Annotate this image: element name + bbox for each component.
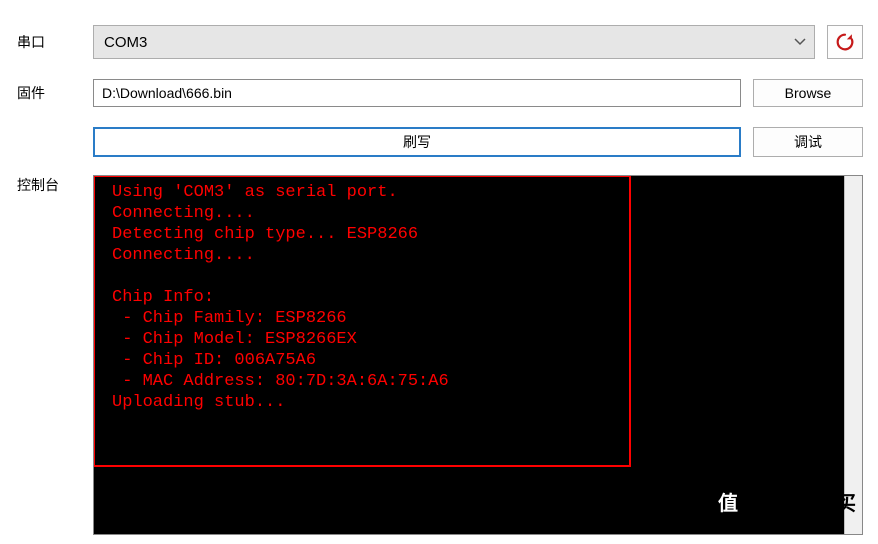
flash-button-label: 刷写 xyxy=(403,132,431,152)
serial-port-dropdown[interactable]: COM3 xyxy=(93,25,815,59)
firmware-path-input[interactable] xyxy=(93,79,741,107)
chevron-down-icon xyxy=(794,38,806,46)
console-output: Using 'COM3' as serial port. Connecting.… xyxy=(93,175,863,535)
firmware-label: 固件 xyxy=(15,83,93,103)
serial-port-row: 串口 COM3 xyxy=(15,25,863,59)
refresh-icon xyxy=(834,31,856,53)
console-scrollbar[interactable] xyxy=(844,176,862,534)
esphome-flasher-window: 串口 COM3 固件 Browse xyxy=(0,0,878,544)
action-buttons-row: 刷写 调试 xyxy=(15,127,863,157)
console-text: Using 'COM3' as serial port. Connecting.… xyxy=(94,176,844,534)
flash-button[interactable]: 刷写 xyxy=(93,127,741,157)
console-label: 控制台 xyxy=(15,175,93,195)
browse-button-label: Browse xyxy=(785,85,832,101)
reload-ports-button[interactable] xyxy=(827,25,863,59)
firmware-row: 固件 Browse xyxy=(15,79,863,107)
debug-button-label: 调试 xyxy=(794,132,822,152)
console-row: 控制台 Using 'COM3' as serial port. Connect… xyxy=(15,175,863,535)
serial-port-value: COM3 xyxy=(104,34,147,51)
serial-port-label: 串口 xyxy=(15,32,93,52)
browse-button[interactable]: Browse xyxy=(753,79,863,107)
debug-button[interactable]: 调试 xyxy=(753,127,863,157)
